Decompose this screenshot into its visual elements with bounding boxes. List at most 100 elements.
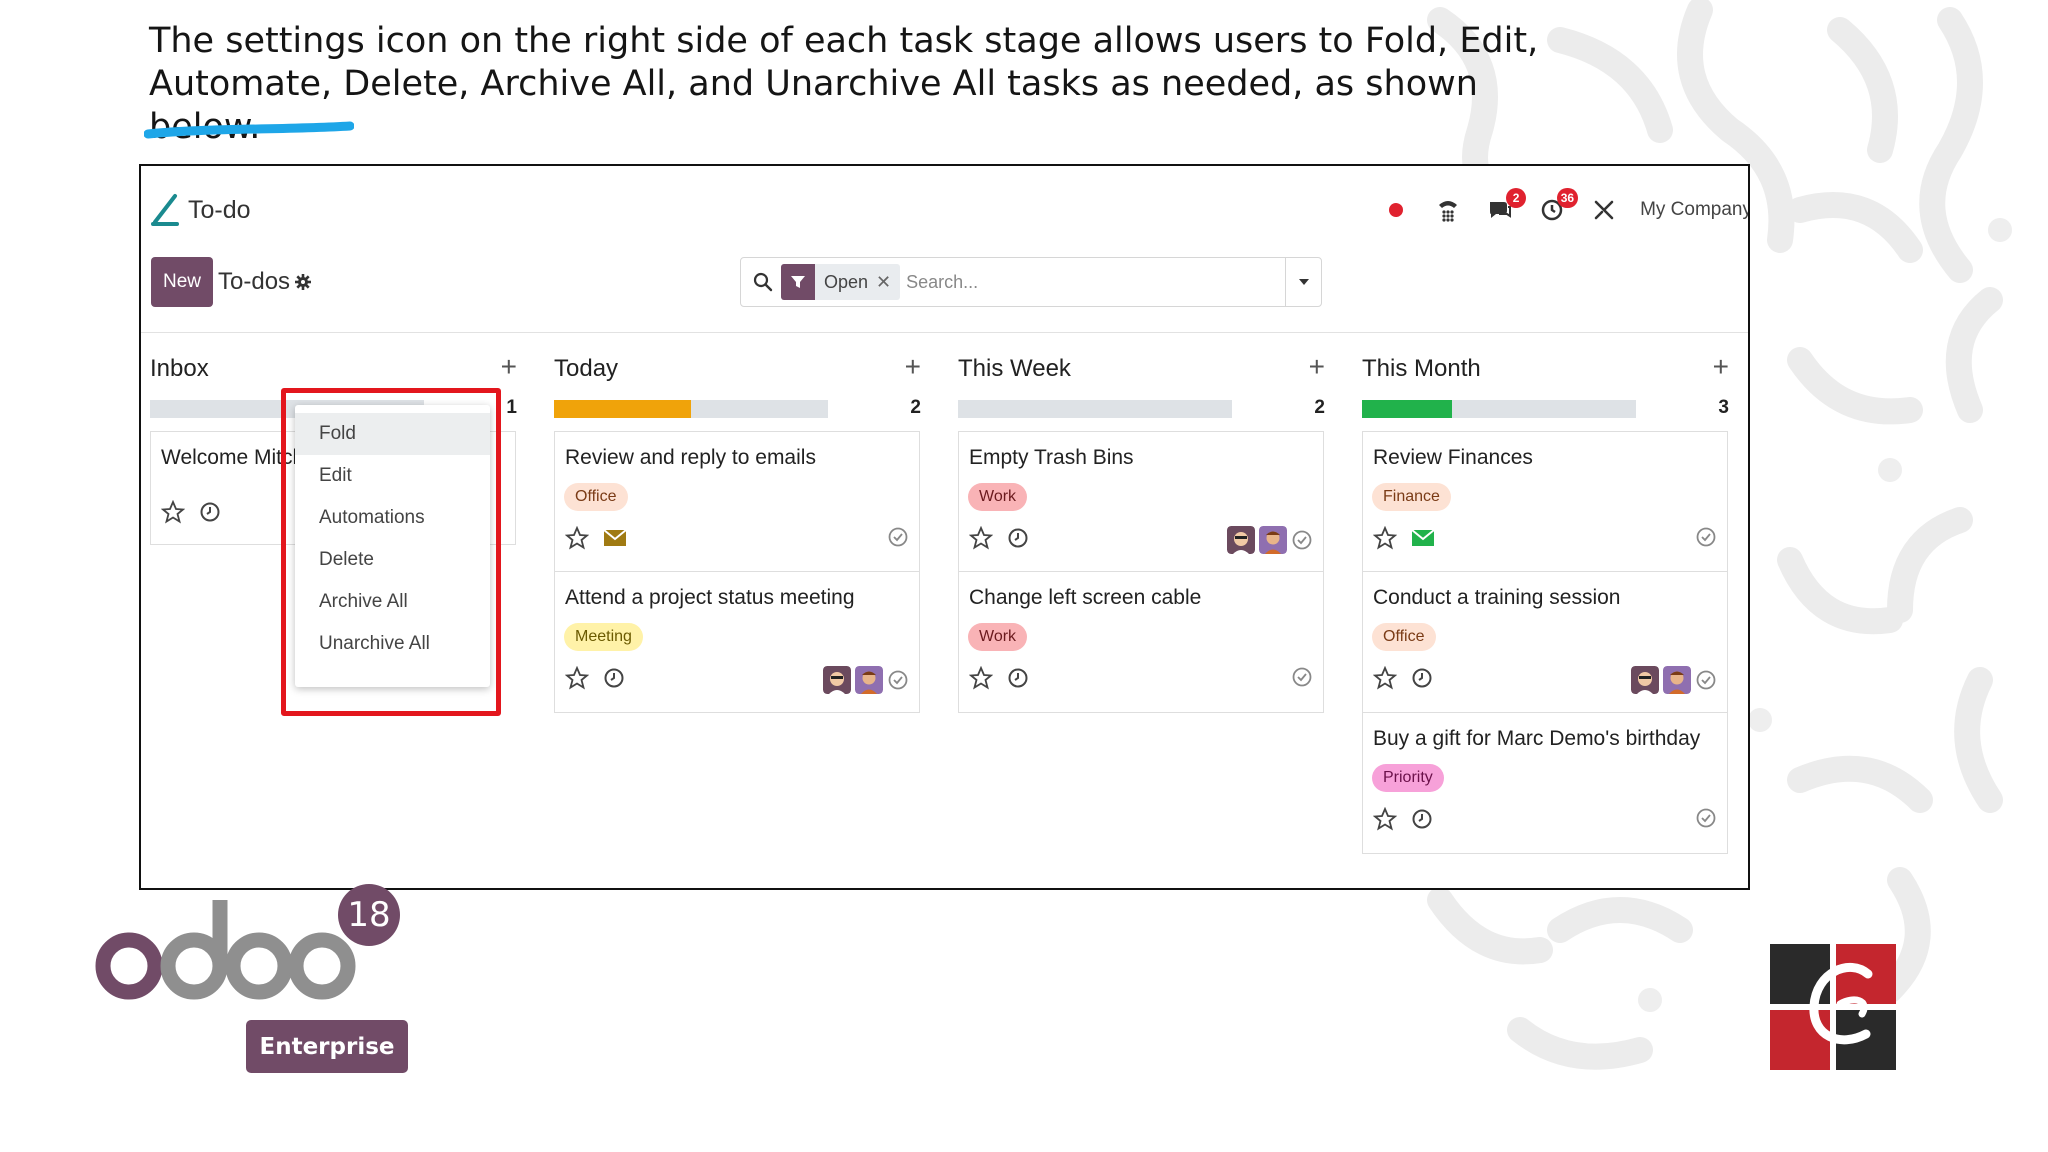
column-progress-bar[interactable] xyxy=(554,400,828,418)
done-check-icon[interactable] xyxy=(1695,669,1717,691)
messages-icon[interactable]: 2 xyxy=(1484,188,1527,226)
star-icon[interactable] xyxy=(565,666,589,690)
quick-create-icon[interactable]: + xyxy=(1713,351,1729,383)
column-count: 1 xyxy=(506,397,517,418)
column-title[interactable]: Inbox xyxy=(150,355,209,383)
kanban-card[interactable]: Empty Trash Bins Work xyxy=(958,431,1324,572)
tag-badge: Finance xyxy=(1372,483,1451,511)
new-button[interactable]: New xyxy=(151,257,213,307)
tag-badge: Office xyxy=(564,483,628,511)
recording-indicator[interactable] xyxy=(1380,194,1412,226)
star-icon[interactable] xyxy=(969,666,993,690)
breadcrumb: To-dos xyxy=(218,268,312,296)
kanban-column-this-week: This Week + 2 Empty Trash Bins Work Chan… xyxy=(958,351,1325,713)
kanban-card[interactable]: Buy a gift for Marc Demo's birthday Prio… xyxy=(1362,713,1728,854)
avatar[interactable] xyxy=(1227,526,1255,554)
done-check-icon[interactable] xyxy=(887,669,909,691)
done-check-icon[interactable] xyxy=(1695,807,1717,829)
app-title[interactable]: To-do xyxy=(188,196,251,225)
facet-remove-icon[interactable]: ✕ xyxy=(876,272,900,293)
tag-badge: Priority xyxy=(1372,764,1444,792)
version-badge: 18 xyxy=(338,884,400,946)
slide-caption: The settings icon on the right side of e… xyxy=(149,21,1539,147)
clock-icon[interactable] xyxy=(199,501,221,523)
clock-icon[interactable] xyxy=(1007,667,1029,689)
column-title[interactable]: This Month xyxy=(1362,355,1481,383)
activities-clock-icon[interactable]: 36 xyxy=(1536,188,1579,226)
card-title: Review Finances xyxy=(1373,446,1533,469)
kanban-card[interactable]: Review Finances Finance xyxy=(1362,431,1728,572)
gear-icon[interactable] xyxy=(295,274,312,290)
tag-badge: Office xyxy=(1372,623,1436,651)
clock-icon[interactable] xyxy=(603,667,625,689)
tag-badge: Work xyxy=(968,623,1028,651)
card-title: Change left screen cable xyxy=(969,586,1202,609)
kanban-column-today: Today + 2 Review and reply to emails Off… xyxy=(554,351,921,713)
clock-icon[interactable] xyxy=(1411,667,1433,689)
search-bar[interactable]: Open ✕ Search... xyxy=(740,257,1322,307)
top-navbar: To-do 2 36 My Company xyxy=(141,166,1748,242)
done-check-icon[interactable] xyxy=(1291,666,1313,688)
messages-badge: 2 xyxy=(1506,188,1527,208)
card-title: Conduct a training session xyxy=(1373,586,1621,609)
card-title: Attend a project status meeting xyxy=(565,586,855,609)
search-facet-filter[interactable]: Open ✕ xyxy=(781,264,901,300)
debug-tools-icon[interactable] xyxy=(1588,194,1620,226)
avatar[interactable] xyxy=(1631,666,1659,694)
star-icon[interactable] xyxy=(1373,526,1397,550)
search-icon xyxy=(753,272,773,292)
star-icon[interactable] xyxy=(1373,807,1397,831)
star-icon[interactable] xyxy=(161,500,185,524)
odoo-screenshot: To-do 2 36 My Company New To-dos Open ✕ … xyxy=(139,164,1750,890)
control-panel: New To-dos Open ✕ Search... xyxy=(141,254,1748,314)
star-icon[interactable] xyxy=(565,526,589,550)
breadcrumb-current: To-dos xyxy=(218,268,291,295)
tag-badge: Meeting xyxy=(564,623,643,651)
column-title[interactable]: Today xyxy=(554,355,618,383)
column-count: 3 xyxy=(1718,397,1729,418)
kanban-card[interactable]: Attend a project status meeting Meeting xyxy=(554,572,920,713)
kanban-column-this-month: This Month + 3 Review Finances Finance C… xyxy=(1362,351,1729,854)
quick-create-icon[interactable]: + xyxy=(1309,351,1325,383)
clock-icon[interactable] xyxy=(1007,527,1029,549)
caret-down-icon xyxy=(1298,279,1309,285)
avatar[interactable] xyxy=(1663,666,1691,694)
facet-label: Open xyxy=(824,271,869,292)
clock-icon[interactable] xyxy=(1411,808,1433,830)
caption-underline xyxy=(144,121,354,139)
filter-icon xyxy=(781,264,815,300)
company-logo xyxy=(1770,944,1896,1070)
systray: 2 36 My Company xyxy=(1380,188,1748,230)
star-icon[interactable] xyxy=(1373,666,1397,690)
done-check-icon[interactable] xyxy=(1291,529,1313,551)
column-progress-bar[interactable] xyxy=(958,400,1232,418)
card-title: Buy a gift for Marc Demo's birthday xyxy=(1373,727,1701,750)
search-input[interactable]: Search... xyxy=(906,272,1285,293)
column-count: 2 xyxy=(1314,397,1325,418)
envelope-icon[interactable] xyxy=(1411,528,1435,548)
column-progress-bar[interactable] xyxy=(1362,400,1636,418)
company-switcher[interactable]: My Company xyxy=(1640,199,1748,221)
quick-create-icon[interactable]: + xyxy=(501,351,517,383)
column-count: 2 xyxy=(910,397,921,418)
card-title: Review and reply to emails xyxy=(565,446,816,469)
kanban-card[interactable]: Conduct a training session Office xyxy=(1362,572,1728,713)
search-options-toggle[interactable] xyxy=(1285,258,1321,306)
phone-icon[interactable] xyxy=(1432,194,1464,226)
envelope-icon[interactable] xyxy=(603,528,627,548)
quick-create-icon[interactable]: + xyxy=(905,351,921,383)
done-check-icon[interactable] xyxy=(1695,526,1717,548)
odoo-logo xyxy=(95,900,356,1000)
avatar[interactable] xyxy=(823,666,851,694)
avatar[interactable] xyxy=(1259,526,1287,554)
done-check-icon[interactable] xyxy=(887,526,909,548)
tag-badge: Work xyxy=(968,483,1028,511)
column-title[interactable]: This Week xyxy=(958,355,1071,383)
card-title: Empty Trash Bins xyxy=(969,446,1134,469)
header-divider xyxy=(141,332,1748,333)
highlight-box xyxy=(281,388,501,716)
star-icon[interactable] xyxy=(969,526,993,550)
kanban-card[interactable]: Review and reply to emails Office xyxy=(554,431,920,572)
avatar[interactable] xyxy=(855,666,883,694)
kanban-card[interactable]: Change left screen cable Work xyxy=(958,572,1324,713)
